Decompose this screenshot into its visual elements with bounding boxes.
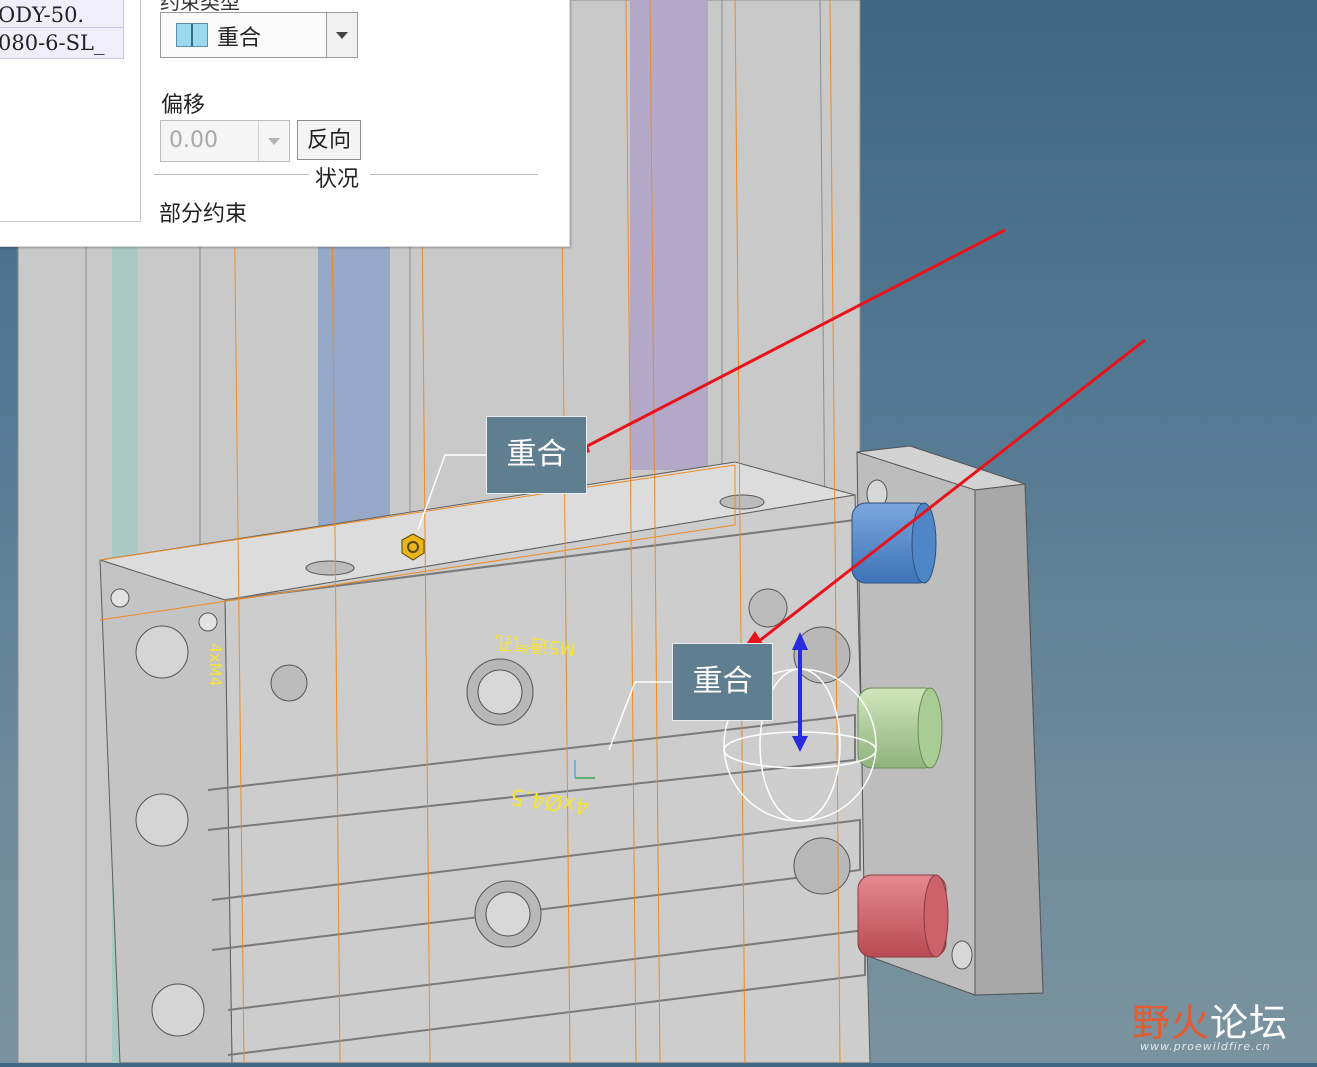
offset-input[interactable]: 0.00 — [160, 120, 290, 162]
status-section-title: 状况 — [315, 167, 360, 192]
component-placement-panel: ODY-50. 080-6-SL_ 约束类型 重合 偏移 0.00 反向 状况 … — [0, 0, 570, 247]
coincident-icon — [176, 23, 208, 47]
rail-slot-upper — [630, 0, 708, 470]
forum-watermark: 野火论坛 www.proewildfire.cn — [1132, 982, 1312, 1058]
constraint-type-value: 重合 — [217, 26, 262, 51]
watermark-logo-text: 野火论坛 — [1132, 1001, 1289, 1045]
chevron-down-icon[interactable] — [258, 121, 289, 161]
status-divider-left — [154, 174, 309, 175]
status-divider-right — [370, 174, 538, 175]
annotation-thread: 4xM4 — [206, 643, 225, 687]
offset-label: 偏移 — [161, 93, 206, 118]
constraint-callout-top[interactable]: 重合 — [486, 416, 587, 494]
chevron-down-icon[interactable] — [326, 13, 357, 57]
constraint-callout-right[interactable]: 重合 — [672, 643, 773, 721]
constraint-type-select[interactable]: 重合 — [160, 12, 358, 58]
watermark-url: www.proewildfire.cn — [1140, 1040, 1271, 1053]
offset-value: 0.00 — [169, 128, 218, 153]
list-item[interactable]: 080-6-SL_ — [0, 27, 124, 59]
constraint-list[interactable]: ODY-50. 080-6-SL_ — [0, 0, 141, 222]
reverse-button[interactable]: 反向 — [297, 120, 361, 160]
constraint-status: 部分约束 — [159, 202, 248, 227]
